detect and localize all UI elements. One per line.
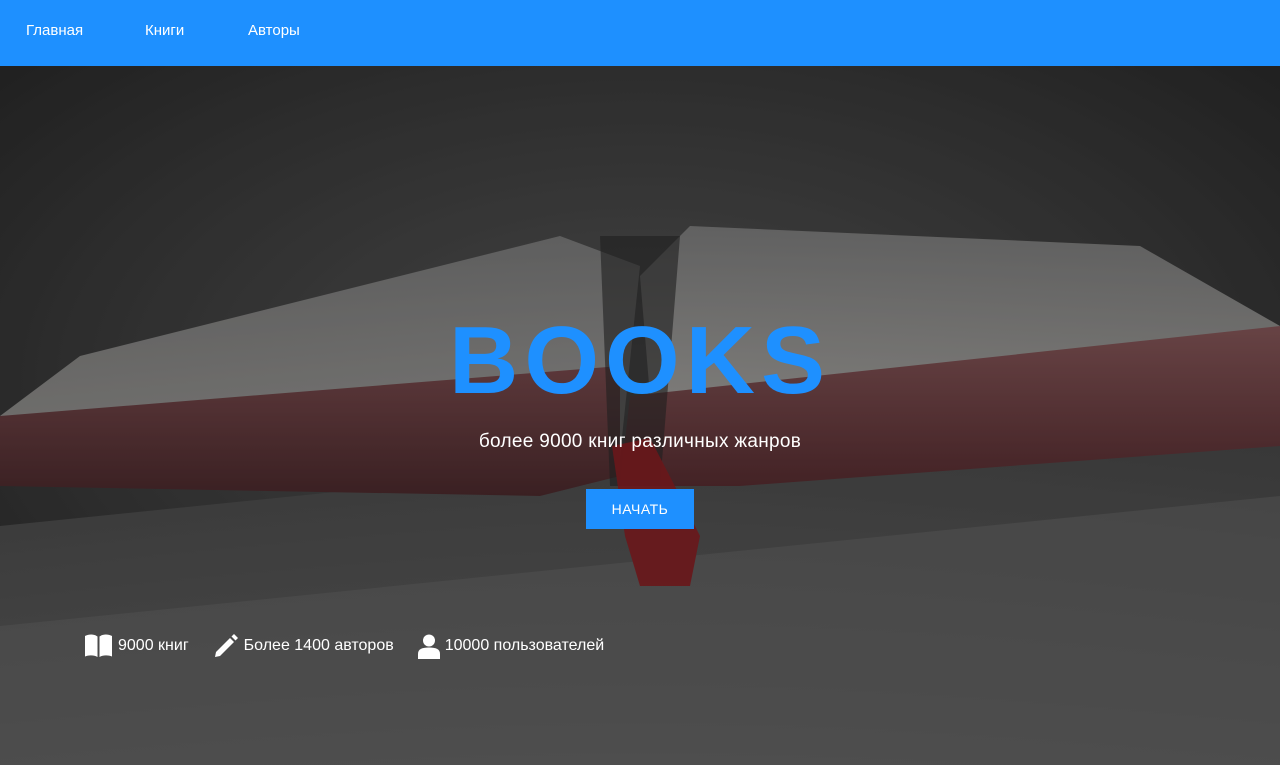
hero-section: BOOKS более 9000 книг различных жанров Н…: [0, 66, 1280, 765]
top-navbar: Главная Книги Авторы: [0, 0, 1280, 66]
nav-item-home[interactable]: Главная: [26, 22, 83, 40]
user-icon: [417, 634, 440, 659]
stat-authors: Более 1400 авторов: [213, 633, 394, 659]
stat-users-text: 10000 пользователей: [444, 637, 605, 654]
stat-users: 10000 пользователей: [417, 634, 605, 659]
nav-item-books[interactable]: Книги: [145, 22, 184, 40]
stat-books-text: 9000 книг: [118, 637, 189, 654]
hero-title: BOOKS: [448, 307, 832, 414]
start-button[interactable]: НАЧАТЬ: [586, 489, 694, 529]
hero-subtitle: более 9000 книг различных жанров: [478, 431, 802, 452]
stats-bar: 9000 книг Более 1400 авторов 10000 польз…: [84, 633, 628, 659]
pencil-icon: [213, 633, 239, 659]
stat-books: 9000 книг: [84, 634, 189, 658]
nav-item-authors[interactable]: Авторы: [248, 22, 300, 40]
open-book-icon: [84, 634, 113, 658]
stat-authors-text: Более 1400 авторов: [243, 637, 394, 654]
